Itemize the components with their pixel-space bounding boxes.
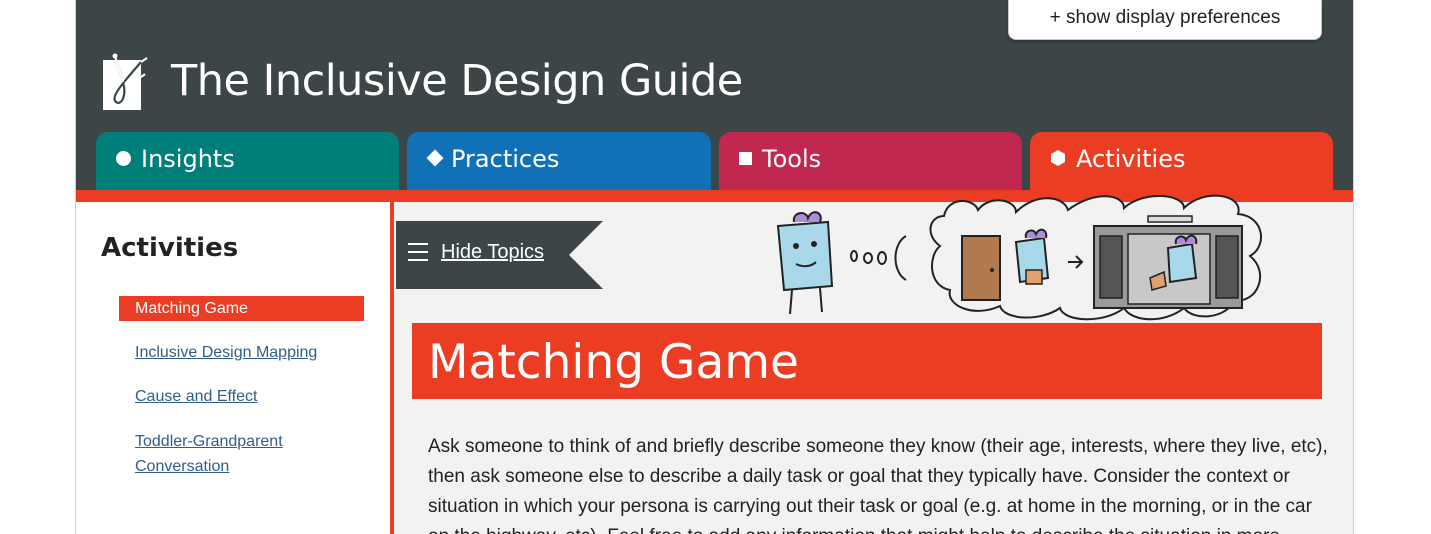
sidebar-item-cause-and-effect[interactable]: Cause and Effect: [119, 384, 364, 409]
tab-insights-label: Insights: [141, 145, 235, 173]
tab-practices[interactable]: Practices: [407, 132, 711, 190]
sidebar-title: Activities: [101, 233, 239, 263]
persona-thinking-illustration: [776, 194, 1262, 321]
site-title[interactable]: The Inclusive Design Guide: [171, 56, 743, 106]
tab-tools[interactable]: Tools: [719, 132, 1022, 190]
sidebar-item-toddler-grandparent-conversation[interactable]: Toddler-Grandparent Conversation: [119, 429, 319, 479]
page-container: + show display preferences The Inclusive…: [75, 0, 1354, 534]
tab-insights[interactable]: Insights: [96, 132, 399, 190]
sidebar: Activities Matching Game Inclusive Desig…: [76, 202, 390, 534]
site-header: + show display preferences The Inclusive…: [76, 0, 1353, 194]
inclusive-design-logo-icon[interactable]: [101, 52, 149, 110]
page-title: Matching Game: [428, 335, 799, 390]
page-title-bar: Matching Game: [412, 323, 1322, 399]
menu-icon: [408, 243, 428, 261]
activity-description: Ask someone to think of and briefly desc…: [428, 436, 1328, 534]
sidebar-item-inclusive-design-mapping[interactable]: Inclusive Design Mapping: [119, 340, 364, 365]
hide-topics-label: Hide Topics: [441, 241, 545, 263]
tab-activities[interactable]: Activities: [1030, 132, 1333, 194]
main-content: Hide Topics Matching Game Ask someone to…: [394, 194, 1353, 534]
tab-tools-label: Tools: [762, 145, 822, 173]
circle-icon: [116, 150, 131, 166]
tab-practices-label: Practices: [451, 145, 560, 173]
square-icon: [739, 151, 752, 165]
tab-activities-label: Activities: [1076, 145, 1186, 173]
diamond-icon: [426, 149, 444, 167]
sidebar-item-matching-game[interactable]: Matching Game: [119, 296, 364, 321]
show-display-preferences-button[interactable]: + show display preferences: [1008, 0, 1322, 40]
hexagon-icon: [1051, 150, 1065, 166]
hide-topics-button[interactable]: Hide Topics: [396, 221, 603, 289]
